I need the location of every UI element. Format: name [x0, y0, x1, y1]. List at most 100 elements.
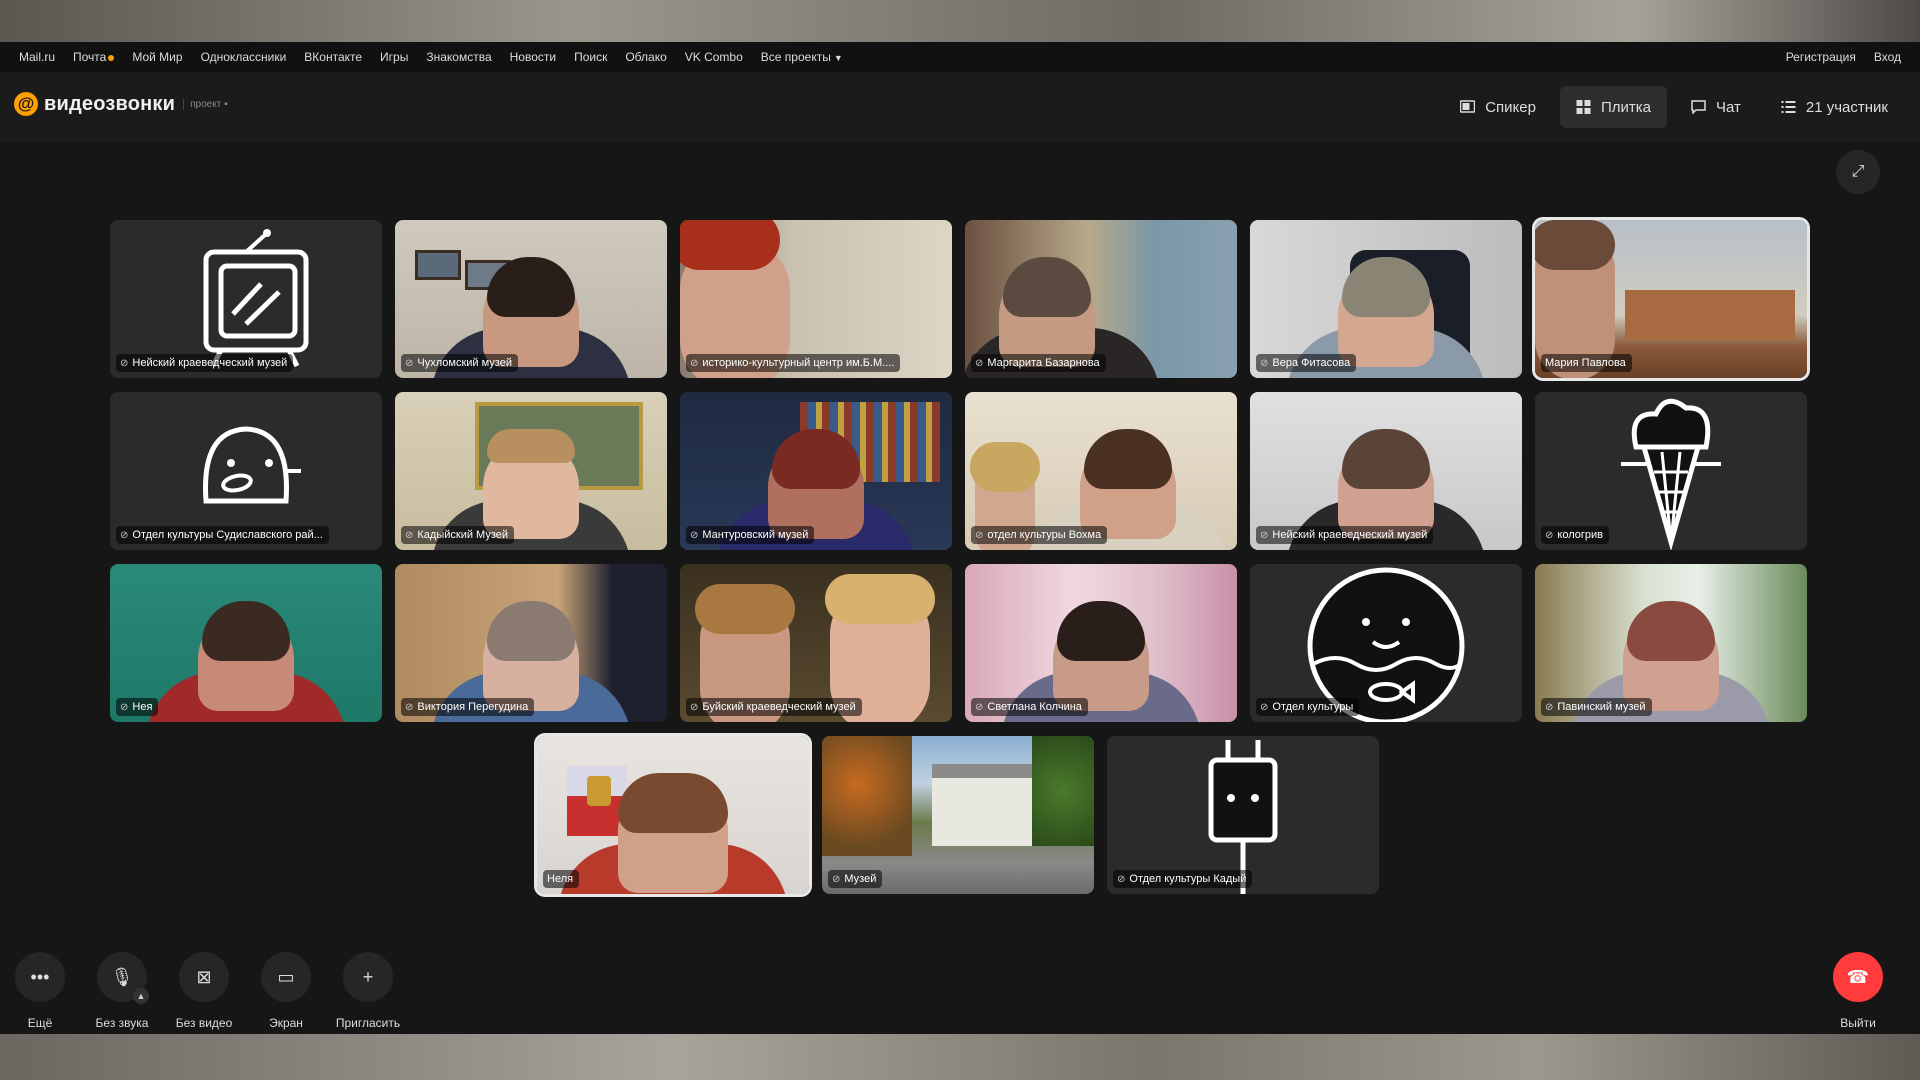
portal-link-mailru[interactable]: Mail.ru — [19, 50, 55, 64]
screen-icon: ▭ — [277, 966, 295, 987]
invite-button[interactable]: + Пригласить — [336, 952, 400, 1030]
participant-tile[interactable]: ⊘ Отдел культуры — [1250, 564, 1522, 722]
person-head — [198, 601, 294, 712]
leave-call-button[interactable]: ☎ Выйти — [1833, 952, 1883, 1030]
participant-tile[interactable]: ⊘ Нея — [110, 564, 382, 722]
leave-circle: ☎ — [1833, 952, 1883, 1002]
portal-link-all-projects[interactable]: Все проекты ▼ — [761, 50, 843, 64]
more-button[interactable]: ••• Ещё — [15, 952, 65, 1030]
plus-icon: + — [362, 966, 374, 987]
participant-tile-self[interactable]: Неля — [537, 736, 809, 894]
mic-off-icon: ⊘ — [1545, 701, 1554, 713]
project-badge: проект ▪ — [183, 98, 228, 110]
participant-name: ⊘ Светлана Колчина — [971, 698, 1088, 716]
participant-name: ⊘ Нейский краеведческий музей — [1256, 526, 1434, 544]
invite-circle: + — [343, 952, 393, 1002]
participant-name: ⊘ Павинский музей — [1541, 698, 1652, 716]
participant-tile[interactable]: ⊘ Павинский музей — [1535, 564, 1807, 722]
screen-label: Экран — [269, 1016, 303, 1030]
at-sign-icon: @ — [14, 92, 38, 116]
chat-button[interactable]: Чат — [1675, 86, 1757, 128]
participant-name: ⊘ Кадыйский Музей — [401, 526, 515, 544]
participant-tile[interactable]: ⊘ Нейский краеведческий музей — [1250, 392, 1522, 550]
register-link[interactable]: Регистрация — [1786, 50, 1856, 64]
tile-view-button[interactable]: Плитка — [1559, 86, 1667, 128]
participant-name: Мария Павлова — [1541, 354, 1632, 372]
person-head — [483, 257, 579, 368]
screen-circle: ▭ — [261, 952, 311, 1002]
mic-off-icon: ⊘ — [1545, 529, 1554, 541]
participant-name: ⊘ Музей — [828, 870, 883, 888]
portal-link-cloud[interactable]: Облако — [625, 50, 666, 64]
participant-name: ⊘ Маргарита Базарнова — [971, 354, 1106, 372]
portal-nav-bar: Mail.ru Почта Мой Мир Одноклассники ВКон… — [0, 42, 1920, 72]
participant-tile[interactable]: ⊘ историко-культурный центр им.Б.М.... — [680, 220, 952, 378]
ellipsis-icon: ••• — [30, 966, 50, 987]
portal-link-odnoklassniki[interactable]: Одноклассники — [201, 50, 287, 64]
participant-tile[interactable]: ⊘ Отдел культуры Судиславского рай... — [110, 392, 382, 550]
background-bottom-strip — [0, 1034, 1920, 1080]
mute-button[interactable]: 🎙 ▲ Без звука — [96, 952, 149, 1030]
participant-name: ⊘ Буйский краеведческий музей — [686, 698, 862, 716]
fullscreen-button[interactable]: ⤢ — [1836, 150, 1880, 194]
participant-name: ⊘ Нейский краеведческий музей — [116, 354, 294, 372]
screen-share-button[interactable]: ▭ Экран — [261, 952, 311, 1030]
portal-link-dating[interactable]: Знакомства — [426, 50, 491, 64]
logo-text: видеозвонки — [44, 92, 176, 115]
chevron-down-icon: ▼ — [833, 53, 843, 63]
participant-tile[interactable]: ⊘ отдел культуры Вохма — [965, 392, 1237, 550]
participant-tile[interactable]: ⊘ кологрив — [1535, 392, 1807, 550]
ice-cream-icon — [1621, 398, 1721, 550]
camera-off-icon: ⊠ — [196, 966, 212, 987]
login-link[interactable]: Вход — [1874, 50, 1901, 64]
portal-link-games[interactable]: Игры — [380, 50, 408, 64]
participant-tile[interactable]: ⊘ Кадыйский Музей — [395, 392, 667, 550]
participant-tile[interactable]: ⊘ Светлана Колчина — [965, 564, 1237, 722]
participant-tile[interactable]: ⊘ Отдел культуры Кадый — [1107, 736, 1379, 894]
person-head — [1080, 429, 1177, 540]
portal-link-vk-combo[interactable]: VK Combo — [685, 50, 743, 64]
participant-name: ⊘ отдел культуры Вохма — [971, 526, 1108, 544]
participants-button[interactable]: 21 участник — [1765, 86, 1904, 128]
mic-off-icon: ⊘ — [975, 529, 984, 541]
mic-off-icon: ⊘ — [405, 529, 414, 541]
mic-off-icon: ⊘ — [120, 529, 129, 541]
mute-circle: 🎙 ▲ — [97, 952, 149, 1004]
logo[interactable]: @ видеозвонки проект ▪ — [14, 92, 228, 116]
mic-off-icon: ⊘ — [832, 873, 841, 885]
participant-tile[interactable]: ⊘ Буйский краеведческий музей — [680, 564, 952, 722]
mic-off-icon: ⊘ — [120, 357, 129, 369]
mic-off-icon: ⊘ — [975, 701, 984, 713]
participant-name: ⊘ Вера Фитасова — [1256, 354, 1357, 372]
egg-face-icon — [203, 426, 301, 504]
participant-tile[interactable]: ⊘ Маргарита Базарнова — [965, 220, 1237, 378]
mic-off-icon: ⊘ — [405, 357, 414, 369]
portal-link-vkontakte[interactable]: ВКонтакте — [304, 50, 362, 64]
participant-tile[interactable]: ⊘ Чухломский музей — [395, 220, 667, 378]
portal-link-news[interactable]: Новости — [510, 50, 556, 64]
speaker-view-button[interactable]: Спикер — [1444, 86, 1552, 128]
participant-tile[interactable]: ⊘ Музей — [822, 736, 1094, 894]
list-icon — [1781, 101, 1796, 113]
background-top-strip — [0, 0, 1920, 42]
mic-off-icon: ⊘ — [1260, 701, 1269, 713]
participant-name: Неля — [543, 870, 580, 888]
participant-tile[interactable]: ⊘ Вера Фитасова — [1250, 220, 1522, 378]
participant-tile[interactable]: ⊘ Виктория Перегудина — [395, 564, 667, 722]
unread-dot-icon — [108, 54, 115, 61]
no-video-button[interactable]: ⊠ Без видео — [176, 952, 232, 1030]
participant-tile[interactable]: ⊘ Мантуровский музей — [680, 392, 952, 550]
participant-tile[interactable]: ⊘ Нейский краеведческий музей — [110, 220, 382, 378]
view-switcher: Спикер Плитка Чат 21 участник — [1444, 86, 1904, 128]
participant-tile-active-speaker[interactable]: Мария Павлова — [1535, 220, 1807, 378]
portal-link-search[interactable]: Поиск — [574, 50, 607, 64]
participants-count: 21 участник — [1805, 98, 1888, 116]
chevron-up-icon[interactable]: ▲ — [133, 988, 149, 1004]
mic-off-icon: ⊘ — [1260, 357, 1269, 369]
hang-up-icon: ☎ — [1846, 966, 1870, 987]
portal-link-moi-mir[interactable]: Мой Мир — [132, 50, 182, 64]
grid-icon — [1576, 100, 1591, 114]
portal-link-mail[interactable]: Почта — [73, 50, 115, 64]
person-head — [768, 429, 864, 540]
participant-name: ⊘ историко-культурный центр им.Б.М.... — [686, 354, 901, 372]
